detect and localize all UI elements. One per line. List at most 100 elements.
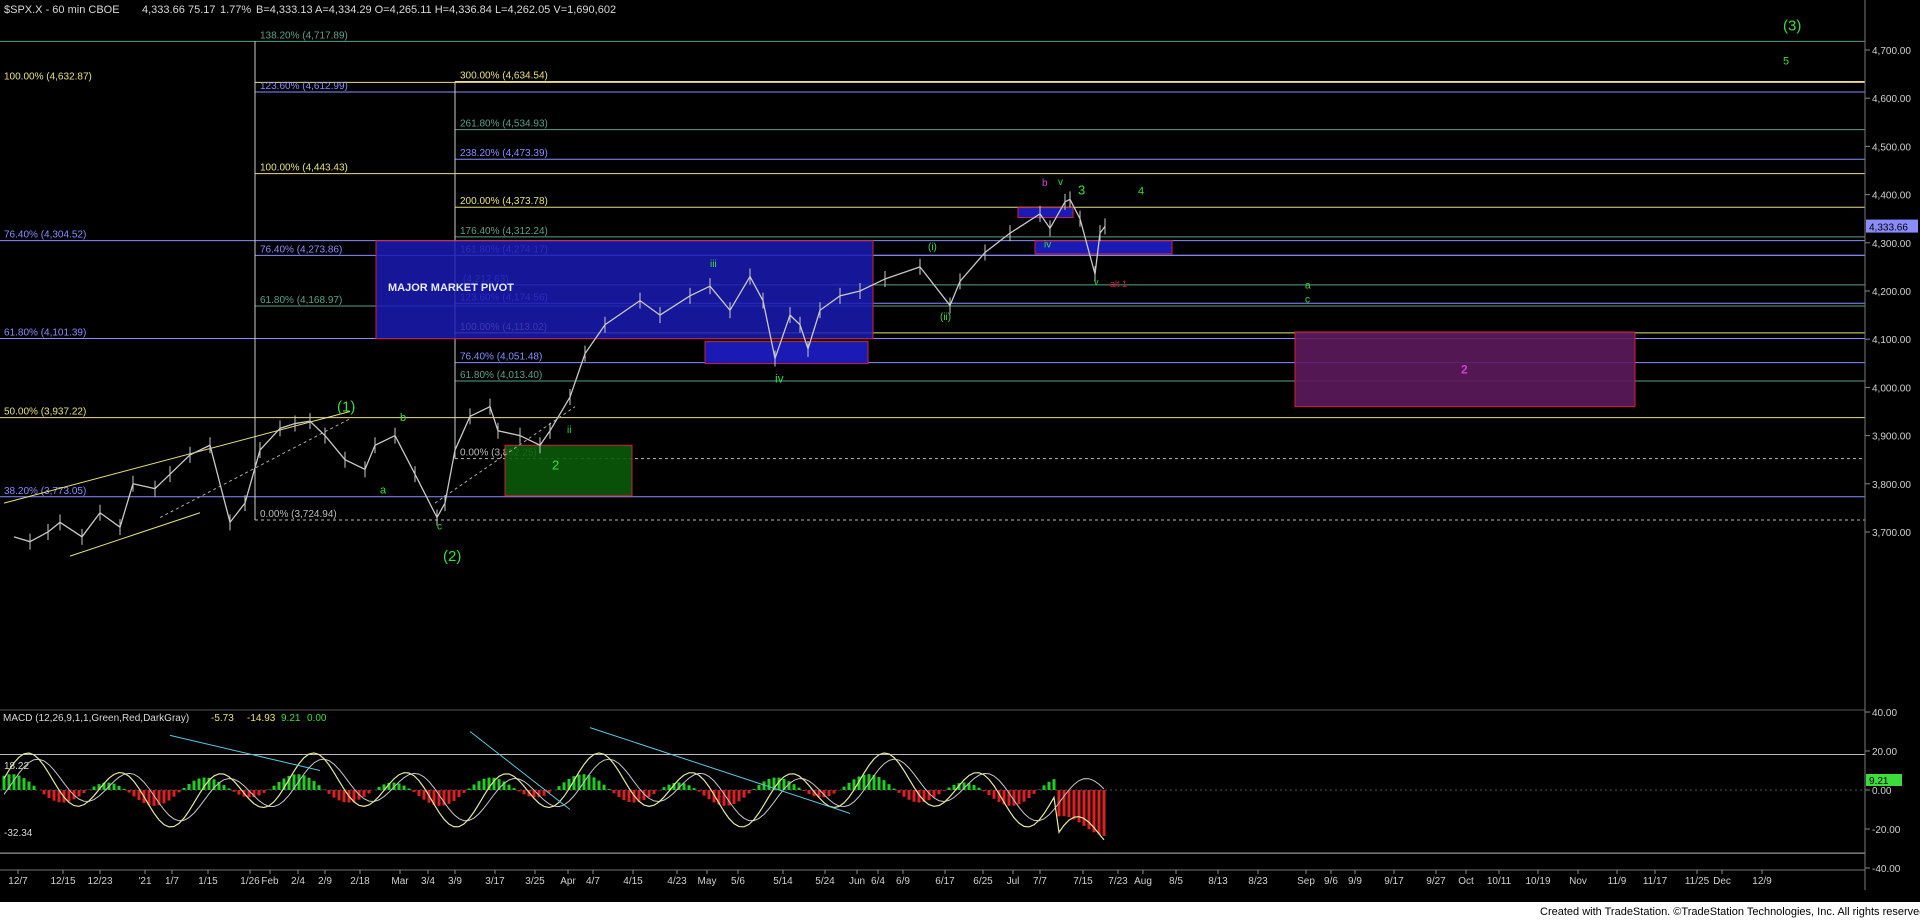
macd-tick-label: -40.00 (1872, 864, 1901, 875)
time-tick-label: 3/4 (421, 876, 435, 887)
chart-canvas: $SPX.X - 60 min CBOE 4,333.66 75.17 1.77… (0, 0, 1920, 920)
wave-label: iii (710, 259, 717, 270)
fib-label: 61.80% (4,013.40) (460, 370, 542, 381)
price-tick-label: 4,200.00 (1872, 287, 1911, 298)
macd-tick-label: -20.00 (1872, 825, 1901, 836)
time-tick-label: 8/5 (1169, 876, 1183, 887)
wave-label: b (1042, 178, 1048, 189)
time-tick-label: 3/25 (525, 876, 545, 887)
change-pct: 1.77% (220, 4, 251, 16)
zone-label: 2 (1461, 362, 1468, 376)
price-tick-label: 4,600.00 (1872, 94, 1911, 105)
wave-label: (ii) (940, 312, 951, 323)
macd-value-4: 0.00 (307, 713, 327, 724)
price-tick-label: 3,700.00 (1872, 528, 1911, 539)
fib-label: 76.40% (4,273.86) (260, 244, 342, 255)
wave-label: 5 (1783, 55, 1789, 67)
time-tick-label: 4/23 (667, 876, 687, 887)
price-tick-label: 3,800.00 (1872, 480, 1911, 491)
fib-label: 0.00% (3,724.94) (260, 509, 337, 520)
time-tick-label: Jul (1007, 876, 1020, 887)
fib-label: 76.40% (4,051.48) (460, 352, 542, 363)
time-tick-label: '21 (138, 876, 151, 887)
time-tick-label: 5/6 (731, 876, 745, 887)
time-tick-label: 12/15 (50, 876, 75, 887)
last-price: 4,333.66 (142, 4, 185, 16)
wave-label: 2 (552, 457, 559, 472)
wave-label: c (1305, 295, 1310, 306)
time-tick-label: 11/25 (1685, 876, 1710, 887)
macd-value-1: -5.73 (211, 713, 234, 724)
time-tick-label: 7/7 (1033, 876, 1047, 887)
fib-label: 238.20% (4,473.39) (460, 148, 548, 159)
wave-label: (i) (928, 242, 937, 253)
time-tick-label: 9/9 (1348, 876, 1362, 887)
price-tick-label: 4,000.00 (1872, 383, 1911, 394)
symbol-label: $SPX.X - 60 min CBOE (4, 4, 120, 16)
price-tick-label: 4,100.00 (1872, 335, 1911, 346)
time-tick-label: 7/23 (1108, 876, 1128, 887)
fib-label: 61.80% (4,101.39) (4, 328, 86, 339)
alt-box (704, 341, 869, 365)
time-tick-label: Apr (560, 876, 576, 887)
macd-tick-label: 40.00 (1872, 708, 1897, 719)
time-tick-label: 1/7 (165, 876, 179, 887)
wave-label: (3) (1783, 18, 1801, 35)
fib-label: 200.00% (4,373.78) (460, 196, 548, 207)
fib-label: 300.00% (4,634.54) (460, 71, 548, 82)
price-tick-label: 4,500.00 (1872, 142, 1911, 153)
price-tick-label: 4,300.00 (1872, 239, 1911, 250)
time-tick-label: 6/9 (896, 876, 910, 887)
macd-tick-label: 0.00 (1872, 786, 1892, 797)
macd-value-2: -14.93 (247, 713, 276, 724)
time-tick-label: May (698, 876, 717, 887)
wave-label: (2) (443, 548, 461, 565)
time-tick-label: 6/17 (935, 876, 955, 887)
macd-value-3: 9.21 (281, 713, 301, 724)
time-tick-label: 12/9 (1752, 876, 1772, 887)
wave-label: alt 1 (1110, 279, 1127, 289)
wave-label: b (400, 412, 406, 424)
fib-label: 50.00% (3,937.22) (4, 407, 86, 418)
zone-label: MAJOR MARKET PIVOT (388, 282, 514, 294)
time-tick-label: 11/9 (1608, 876, 1627, 887)
alt-box (1034, 240, 1173, 255)
wave-label: 3 (1078, 183, 1085, 198)
macd-label: MACD (12,26,9,1,1,Green,Red,DarkGray) (3, 713, 189, 724)
time-tick-label: Mar (391, 876, 409, 887)
fib-label: 176.40% (4,312.24) (460, 226, 548, 237)
time-tick-label: 11/17 (1643, 876, 1668, 887)
fib-label: 123.60% (4,612.99) (260, 81, 348, 92)
macd-level-lo: -32.34 (4, 828, 33, 839)
time-tick-label: 3/17 (485, 876, 505, 887)
macd-level-hi: 18.22 (4, 761, 29, 772)
wave-label: (1) (337, 399, 355, 416)
time-tick-label: Feb (261, 876, 279, 887)
time-tick-label: 12/7 (8, 876, 28, 887)
time-tick-label: Dec (1713, 876, 1731, 887)
price-tick-label: 3,900.00 (1872, 432, 1911, 443)
time-tick-label: 5/24 (815, 876, 835, 887)
time-tick-label: 12/23 (87, 876, 112, 887)
time-tick-label: 3/9 (448, 876, 462, 887)
wave-label: 4 (1138, 186, 1144, 198)
fib-label: 61.80% (4,168.97) (260, 295, 342, 306)
fib-label: 261.80% (4,534.93) (460, 119, 548, 130)
time-tick-label: 1/15 (198, 876, 218, 887)
time-tick-label: 2/9 (318, 876, 332, 887)
time-tick-label: 10/11 (1487, 876, 1512, 887)
wave-label: v (1058, 177, 1063, 188)
quote-line: B=4,333.13 A=4,334.29 O=4,265.11 H=4,336… (256, 4, 616, 16)
macd-current-label: 9.21 (1869, 776, 1889, 787)
time-tick-label: 7/15 (1073, 876, 1093, 887)
time-tick-label: Sep (1297, 876, 1315, 887)
time-tick-label: Oct (1458, 876, 1474, 887)
current-price-label: 4,333.66 (1869, 223, 1908, 234)
macd-tick-label: 20.00 (1872, 747, 1897, 758)
time-tick-label: Aug (1134, 876, 1152, 887)
price-tick-label: 4,400.00 (1872, 191, 1911, 202)
time-tick-label: 6/4 (871, 876, 885, 887)
wave-label: a (1305, 281, 1311, 292)
time-tick-label: 4/15 (623, 876, 643, 887)
fib-label: 38.20% (3,773.05) (4, 486, 86, 497)
